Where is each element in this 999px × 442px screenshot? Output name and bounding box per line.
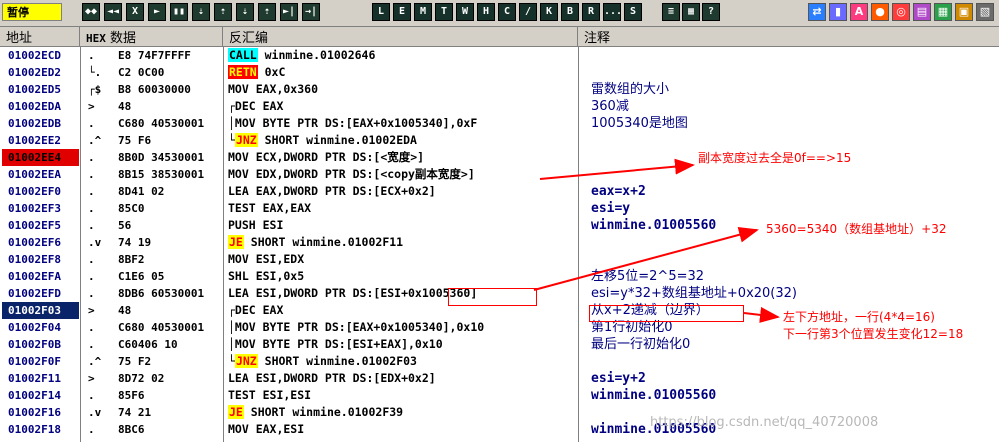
toolbar-letter-button-2[interactable]: M — [414, 3, 432, 21]
toolbar-window-button-8[interactable]: ▧ — [976, 3, 994, 21]
toolbar-letter-button-0[interactable]: L — [372, 3, 390, 21]
toolbar-view-button-1[interactable]: ▦ — [682, 3, 700, 21]
toolbar-button-5[interactable]: ⇣ — [192, 3, 210, 21]
toolbar-window-button-5[interactable]: ▤ — [913, 3, 931, 21]
toolbar-window-button-7[interactable]: ▣ — [955, 3, 973, 21]
toolbar-button-2[interactable]: X — [126, 3, 144, 21]
toolbar-letter-button-12[interactable]: S — [624, 3, 642, 21]
header-hex-prefix: HEX — [86, 32, 106, 45]
toolbar-window-button-3[interactable]: ● — [871, 3, 889, 21]
toolbar-button-10[interactable]: →| — [302, 3, 320, 21]
toolbar-window-button-2[interactable]: A — [850, 3, 868, 21]
toolbar-letter-button-5[interactable]: H — [477, 3, 495, 21]
toolbar-letter-button-7[interactable]: / — [519, 3, 537, 21]
toolbar-letter-button-6[interactable]: C — [498, 3, 516, 21]
annotation-row-note: 左下方地址，一行(4*4=16) — [783, 310, 935, 324]
toolbar-letter-button-10[interactable]: R — [582, 3, 600, 21]
toolbar-button-8[interactable]: ⇡ — [258, 3, 276, 21]
annotation-width-note: 副本宽度过去全是0f==>15 — [698, 151, 852, 165]
header-comment[interactable]: 注释 — [578, 27, 999, 46]
watermark: https://blog.csdn.net/qq_40720008 — [650, 415, 879, 430]
arrow-to-width-note — [539, 158, 695, 180]
toolbar-letter-button-9[interactable]: B — [561, 3, 579, 21]
annotation-arrows — [533, 158, 780, 323]
toolbar-window-button-1[interactable]: ▮ — [829, 3, 847, 21]
toolbar-button-9[interactable]: ►| — [280, 3, 298, 21]
toolbar-window-button-4[interactable]: ◎ — [892, 3, 910, 21]
header-hex[interactable]: HEX 数据 — [80, 27, 223, 46]
toolbar-letter-button-11[interactable]: ... — [603, 3, 622, 21]
toolbar-letter-button-3[interactable]: T — [435, 3, 453, 21]
column-header: 地址 HEX 数据 反汇编 注释 — [0, 27, 999, 47]
annotation-change-note: 下一行第3个位置发生变化12=18 — [783, 327, 964, 341]
toolbar-view-button-2[interactable]: ? — [702, 3, 720, 21]
status-indicator: 暂停 — [2, 3, 62, 21]
toolbar-letter-button-4[interactable]: W — [456, 3, 474, 21]
toolbar-window-button-6[interactable]: ▦ — [934, 3, 952, 21]
toolbar: 暂停 ◆◆ ◄◄ X ► ▮▮ ⇣ ⇡ ⇣ ⇡ ►| →| L E M T W H C / K B R... S ≡ ▦? … — [0, 0, 999, 27]
toolbar-button-6[interactable]: ⇡ — [214, 3, 232, 21]
disassembly-pane[interactable]: 01002ECD. E8 74F7FFFF CALL winmine.0100264… — [0, 47, 999, 442]
toolbar-button-3[interactable]: ► — [148, 3, 166, 21]
toolbar-letter-button-8[interactable]: K — [540, 3, 558, 21]
toolbar-window-button-0[interactable]: ⇄ — [808, 3, 826, 21]
toolbar-button-1[interactable]: ◄◄ — [104, 3, 122, 21]
toolbar-letter-button-1[interactable]: E — [393, 3, 411, 21]
arrow-to-base-note — [533, 226, 759, 291]
header-disasm[interactable]: 反汇编 — [223, 27, 578, 46]
annotation-base-note: 5360=5340（数组基地址）+32 — [766, 222, 947, 236]
header-address[interactable]: 地址 — [0, 27, 80, 46]
toolbar-button-0[interactable]: ◆◆ — [82, 3, 100, 21]
header-hex-label: 数据 — [110, 31, 137, 46]
toolbar-button-4[interactable]: ▮▮ — [170, 3, 188, 21]
toolbar-button-7[interactable]: ⇣ — [236, 3, 254, 21]
toolbar-view-button-0[interactable]: ≡ — [662, 3, 680, 21]
arrow-to-boundary-note — [743, 306, 780, 323]
